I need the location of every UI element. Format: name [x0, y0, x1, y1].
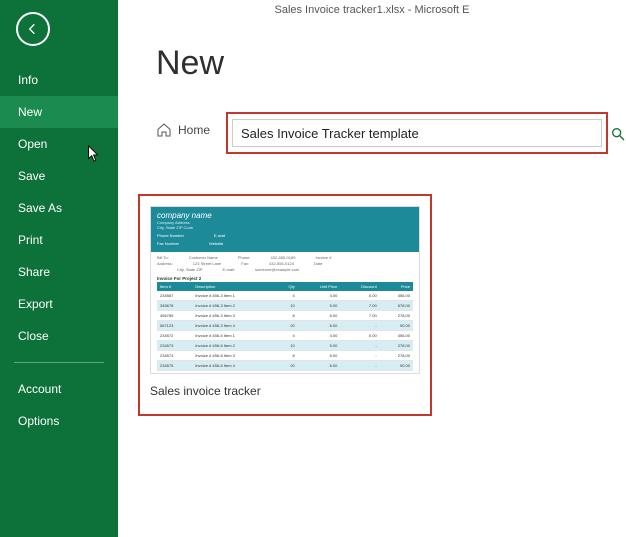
template-thumbnail: company name Company Address City, State…	[150, 206, 420, 374]
thumb-addr2: City, State ZIP	[177, 267, 203, 272]
sidebar-item-options[interactable]: Options	[0, 405, 118, 437]
table-row: 234572Invoice # 456-6 Item 144.000.00456…	[157, 331, 413, 341]
sidebar-item-new[interactable]: New	[0, 96, 118, 128]
table-row: 234575Invoice # 456-6 Item 4206.00-90.00	[157, 361, 413, 371]
sidebar-item-share[interactable]: Share	[0, 256, 118, 288]
thumb-sub2: City, State ZIP Code	[157, 225, 413, 230]
thumb-col: E-mail	[214, 233, 225, 238]
backstage-sidebar: Info New Open Save Save As Print Share E…	[0, 0, 118, 537]
thumb-phone: 432-555-0189	[271, 255, 296, 260]
thumb-inv-label: Invoice #	[315, 255, 331, 260]
table-row: 567123Invoice # 456-3 Item 4206.00-90.00	[157, 321, 413, 331]
home-icon	[156, 122, 172, 138]
sidebar-item-print[interactable]: Print	[0, 224, 118, 256]
thumb-bill-to: Customer Name	[189, 255, 218, 260]
thumb-addr: 123 Street Lane	[193, 261, 221, 266]
search-icon	[610, 126, 626, 142]
thumb-addr-label: Address:	[157, 261, 173, 266]
back-button[interactable]	[16, 12, 50, 46]
sidebar-item-export[interactable]: Export	[0, 288, 118, 320]
window-title: Sales Invoice tracker1.xlsx - Microsoft …	[118, 0, 626, 24]
thumb-table: Item # Description Qty Unit Price Discou…	[157, 282, 413, 371]
search-highlight	[226, 112, 608, 154]
thumb-th: Unit Price	[298, 282, 341, 291]
table-row: 345678Invoice # 456-3 Item 2105.007.0067…	[157, 301, 413, 311]
table-row: 234574Invoice # 456-6 Item 385.00-278.00	[157, 351, 413, 361]
sidebar-nav: Info New Open Save Save As Print Share E…	[0, 64, 118, 437]
thumb-fax: 432-555-0124	[269, 261, 294, 266]
thumb-th: Price	[380, 282, 413, 291]
thumb-company: company name	[157, 211, 413, 220]
table-row: 456789Invoice # 456-3 Item 385.007.00278…	[157, 311, 413, 321]
search-button[interactable]	[610, 126, 626, 147]
thumb-phone-label: Phone:	[238, 255, 251, 260]
thumb-email: someone@example.com	[255, 267, 299, 272]
sidebar-divider	[14, 362, 104, 363]
thumb-date-label: Date	[314, 261, 322, 266]
table-row: 234567Invoice # 456-3 Item 144.000.00456…	[157, 291, 413, 301]
template-label: Sales invoice tracker	[150, 384, 420, 398]
sidebar-item-save-as[interactable]: Save As	[0, 192, 118, 224]
sidebar-item-close[interactable]: Close	[0, 320, 118, 352]
table-row: 234573Invoice # 456-6 Item 2105.00-278.0…	[157, 341, 413, 351]
breadcrumb[interactable]: Home	[156, 122, 210, 138]
sidebar-item-save[interactable]: Save	[0, 160, 118, 192]
template-search-input[interactable]	[232, 119, 602, 147]
breadcrumb-home: Home	[178, 123, 210, 137]
thumb-th: Item #	[157, 282, 192, 291]
page-title: New	[156, 44, 224, 83]
sidebar-item-open[interactable]: Open	[0, 128, 118, 160]
thumb-col: Fax Number	[157, 241, 179, 246]
thumb-project: Invoice For Project 2	[157, 276, 413, 281]
thumb-th: Qty	[275, 282, 297, 291]
thumb-th: Discount	[340, 282, 379, 291]
main-area: Sales Invoice tracker1.xlsx - Microsoft …	[118, 0, 626, 537]
thumb-th: Description	[192, 282, 275, 291]
thumb-col: Website	[209, 241, 223, 246]
sidebar-item-info[interactable]: Info	[0, 64, 118, 96]
thumb-bill-to-label: Bill To:	[157, 255, 169, 260]
thumb-fax-label: Fax:	[241, 261, 249, 266]
arrow-left-icon	[25, 21, 41, 37]
thumb-email-label: E-mail:	[223, 267, 235, 272]
sidebar-item-account[interactable]: Account	[0, 373, 118, 405]
template-result-card[interactable]: company name Company Address City, State…	[138, 194, 432, 416]
thumb-col: Phone Number	[157, 233, 184, 238]
